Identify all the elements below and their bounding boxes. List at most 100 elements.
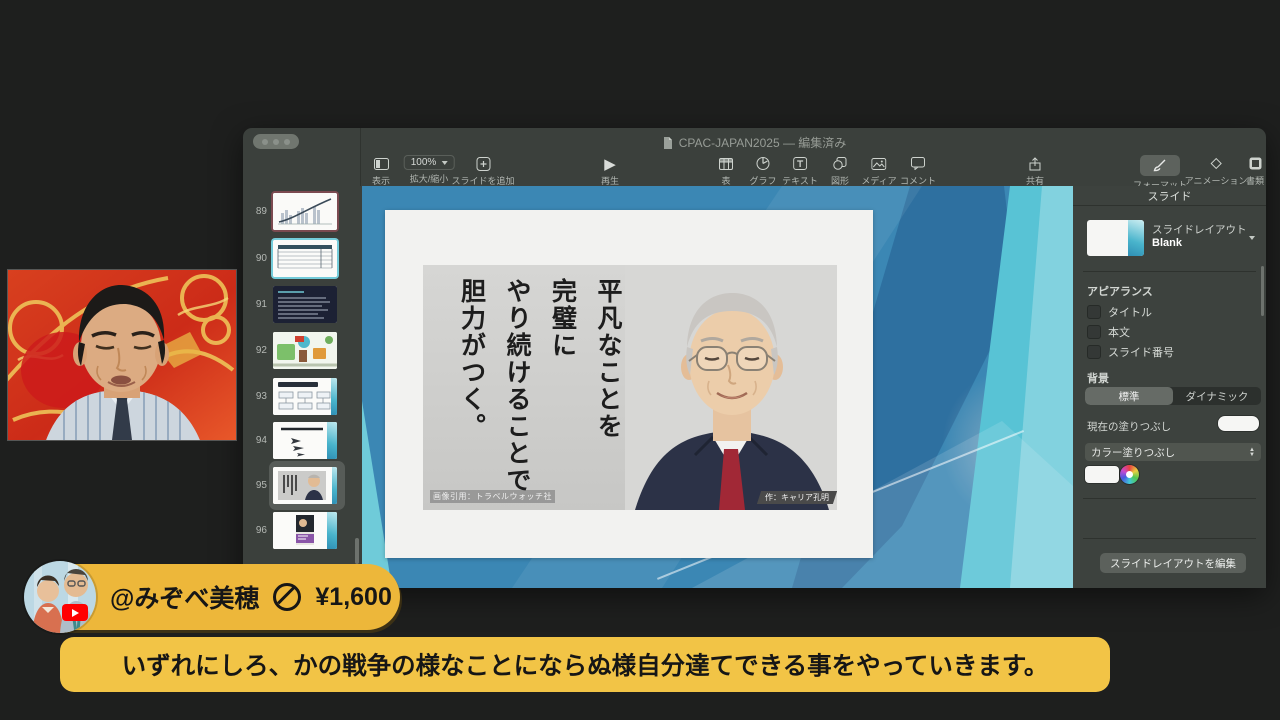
background-segmented-control[interactable]: 標準 ダイナミック [1085, 387, 1261, 405]
segment-standard[interactable]: 標準 [1085, 387, 1173, 405]
chevron-down-icon [441, 161, 447, 165]
fill-type-dropdown[interactable]: カラー塗りつぶし ▲▼ [1085, 443, 1261, 461]
play-icon: ▶ [604, 155, 616, 172]
checkbox-slide-number[interactable]: スライド番号 [1087, 344, 1174, 360]
animate-diamond-icon [1209, 155, 1222, 172]
chart-icon [756, 155, 769, 172]
play-button[interactable]: ▶ 再生 [601, 155, 619, 187]
thumbnail-row-89[interactable]: 89 [243, 193, 362, 230]
document-panel-icon [1248, 155, 1261, 172]
thumb-teal-edge [327, 512, 337, 549]
zoom-control[interactable]: 100% 拡大/縮小 [404, 155, 455, 185]
thumbnail-row-95-selected[interactable]: 95 [243, 467, 362, 504]
insert-shape-button[interactable]: 図形 [831, 155, 849, 187]
layout-thumbnail[interactable] [1087, 220, 1144, 256]
shape-icon [833, 155, 847, 172]
thumb-89-chart[interactable] [273, 193, 337, 230]
current-fill-label: 現在の塗りつぶし [1087, 419, 1171, 434]
slide-canvas[interactable]: 平凡なことを 完璧に やり続けることで 胆力がつく。 [362, 186, 1073, 588]
edit-slide-layout-button[interactable]: スライドレイアウトを編集 [1100, 553, 1246, 573]
checkbox-icon[interactable] [1087, 345, 1101, 359]
layout-chevron-icon[interactable] [1249, 236, 1255, 240]
checkbox-icon[interactable] [1087, 305, 1101, 319]
thumb-90-table[interactable] [273, 240, 337, 277]
thumbnail-row-93[interactable]: 93 [243, 378, 362, 415]
caption-text: いずれにしろ、かの戦争の様なことにならぬ様自分達てできる事をやっていきます。 [122, 647, 1049, 682]
superchat-text: @みぞべ美穂 ¥1,600 [110, 564, 392, 630]
current-fill-swatch[interactable] [1218, 416, 1259, 431]
text-icon [793, 155, 807, 172]
checkbox-icon[interactable] [1087, 325, 1101, 339]
zoom-dropdown[interactable]: 100% [404, 155, 455, 170]
segment-dynamic[interactable]: ダイナミック [1173, 387, 1261, 405]
thumbnail-row-92[interactable]: 92 [243, 332, 362, 369]
slashed-circle-icon [273, 583, 301, 611]
insert-chart-button[interactable]: グラフ [749, 155, 776, 187]
thumb-96-book[interactable] [273, 512, 337, 549]
quote-photo[interactable]: 平凡なことを 完璧に やり続けることで 胆力がつく。 [423, 265, 837, 510]
checkbox-title[interactable]: タイトル [1087, 304, 1152, 320]
sidebar-tab-slide[interactable]: スライド [1073, 186, 1266, 206]
photo-credit-right: 作：キャリア孔明 [757, 491, 837, 504]
sidebar-scrollbar[interactable] [1261, 266, 1264, 316]
superchat-avatar[interactable] [24, 561, 96, 633]
slide-thumbnail-panel: 89 90 91 [243, 186, 362, 588]
divider [1083, 538, 1256, 539]
youtube-badge-icon [62, 604, 88, 621]
thumb-teal-edge [331, 378, 337, 415]
table-icon [719, 155, 733, 172]
checkbox-body[interactable]: 本文 [1087, 324, 1130, 340]
quote-vertical-text: 平凡なことを 完璧に やり続けることで 胆力がつく。 [433, 278, 631, 498]
media-icon [872, 155, 887, 172]
color-wheel-icon[interactable] [1120, 465, 1139, 484]
insert-media-button[interactable]: メディア [861, 155, 896, 187]
window-title-row: CPAC-JAPAN2025 — 編集済み [243, 134, 1266, 151]
thumb-94-planes[interactable] [273, 422, 337, 459]
comment-button[interactable]: コメント [900, 155, 936, 187]
fill-color-swatch[interactable] [1085, 466, 1119, 483]
insert-text-button[interactable]: テキスト [782, 155, 818, 187]
thumbnail-row-91[interactable]: 91 [243, 286, 362, 323]
thumb-teal-edge [332, 467, 337, 504]
webcam-overlay [8, 270, 236, 440]
animate-button[interactable]: アニメーション [1185, 155, 1248, 187]
thumb-91-dark-text[interactable] [273, 286, 337, 323]
thumbnail-row-94[interactable]: 94 [243, 422, 362, 459]
add-slide-icon [476, 155, 490, 172]
thumbnail-scrollbar[interactable] [355, 538, 359, 564]
thumb-93-diagram[interactable] [273, 378, 337, 415]
window-titlebar[interactable]: CPAC-JAPAN2025 — 編集済み [243, 128, 1266, 154]
thumb-95-quote-photo[interactable] [273, 467, 337, 504]
keynote-window: CPAC-JAPAN2025 — 編集済み 表示 100% 拡大/縮小 [243, 128, 1266, 588]
document-icon [663, 137, 673, 149]
appearance-label: アピアランス [1087, 283, 1153, 299]
format-brush-icon [1140, 155, 1180, 176]
superchat-handle: @みぞべ美穂 [110, 579, 259, 615]
layout-label: スライドレイアウト [1152, 222, 1247, 237]
toolbar: 表示 100% 拡大/縮小 スライドを追加 ▶ 再生 [243, 154, 1266, 186]
thumbnail-row-90[interactable]: 90 [243, 240, 362, 277]
thumb-teal-edge [327, 422, 337, 459]
comment-icon [911, 155, 925, 172]
view-button[interactable]: 表示 [372, 155, 390, 187]
sidebar-view-icon [373, 155, 388, 172]
background-label: 背景 [1087, 370, 1109, 386]
layout-value: Blank [1152, 237, 1182, 249]
portrait-elderly-man [625, 265, 837, 510]
add-slide-button[interactable]: スライドを追加 [451, 155, 514, 187]
share-button[interactable]: 共有 [1026, 155, 1044, 187]
caption-bar: いずれにしろ、かの戦争の様なことにならぬ様自分達てできる事をやっていきます。 [60, 637, 1110, 692]
superchat-banner[interactable]: @みぞべ美穂 ¥1,600 [28, 564, 400, 630]
format-sidebar: スライド スライドレイアウト Blank アピアランス タイトル 本文 スライド… [1073, 186, 1266, 588]
divider [1083, 498, 1256, 499]
stepper-icon: ▲▼ [1249, 448, 1255, 457]
window-title: CPAC-JAPAN2025 — 編集済み [679, 134, 847, 151]
insert-table-button[interactable]: 表 [719, 155, 733, 187]
thumb-92-illustration[interactable] [273, 332, 337, 369]
photo-credit-left: 画像引用：トラベルウォッチ社 [430, 490, 555, 503]
slide-content-area[interactable]: 平凡なことを 完璧に やり続けることで 胆力がつく。 [385, 210, 873, 558]
document-button[interactable]: 書類 [1246, 155, 1264, 187]
superchat-amount: ¥1,600 [315, 583, 391, 612]
divider [1083, 271, 1256, 272]
thumbnail-row-96[interactable]: 96 [243, 512, 362, 549]
